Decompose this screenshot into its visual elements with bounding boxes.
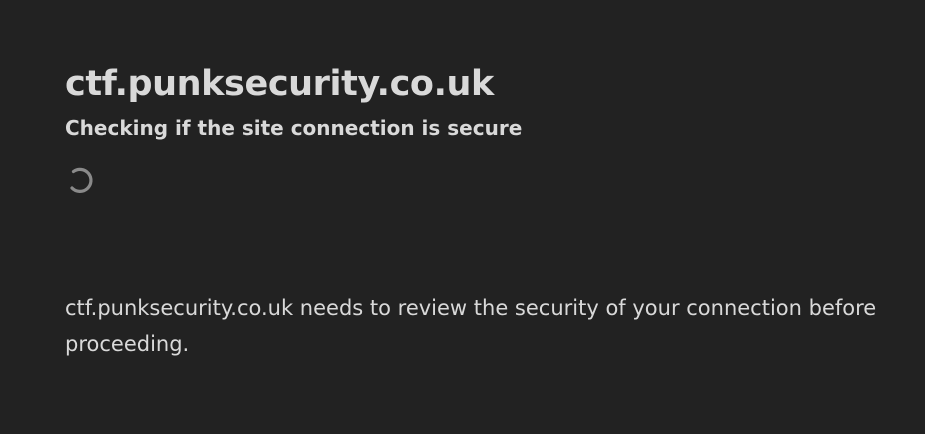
site-title: ctf.punksecurity.co.uk	[65, 64, 494, 104]
loading-spinner-icon	[70, 167, 93, 193]
challenge-page: ctf.punksecurity.co.uk Checking if the s…	[0, 0, 925, 434]
loading-spinner	[65, 164, 97, 196]
review-message: ctf.punksecurity.co.uk needs to review t…	[65, 296, 877, 356]
challenge-subtitle: Checking if the site connection is secur…	[65, 116, 523, 140]
main-content: ctf.punksecurity.co.uk Checking if the s…	[65, 60, 905, 196]
